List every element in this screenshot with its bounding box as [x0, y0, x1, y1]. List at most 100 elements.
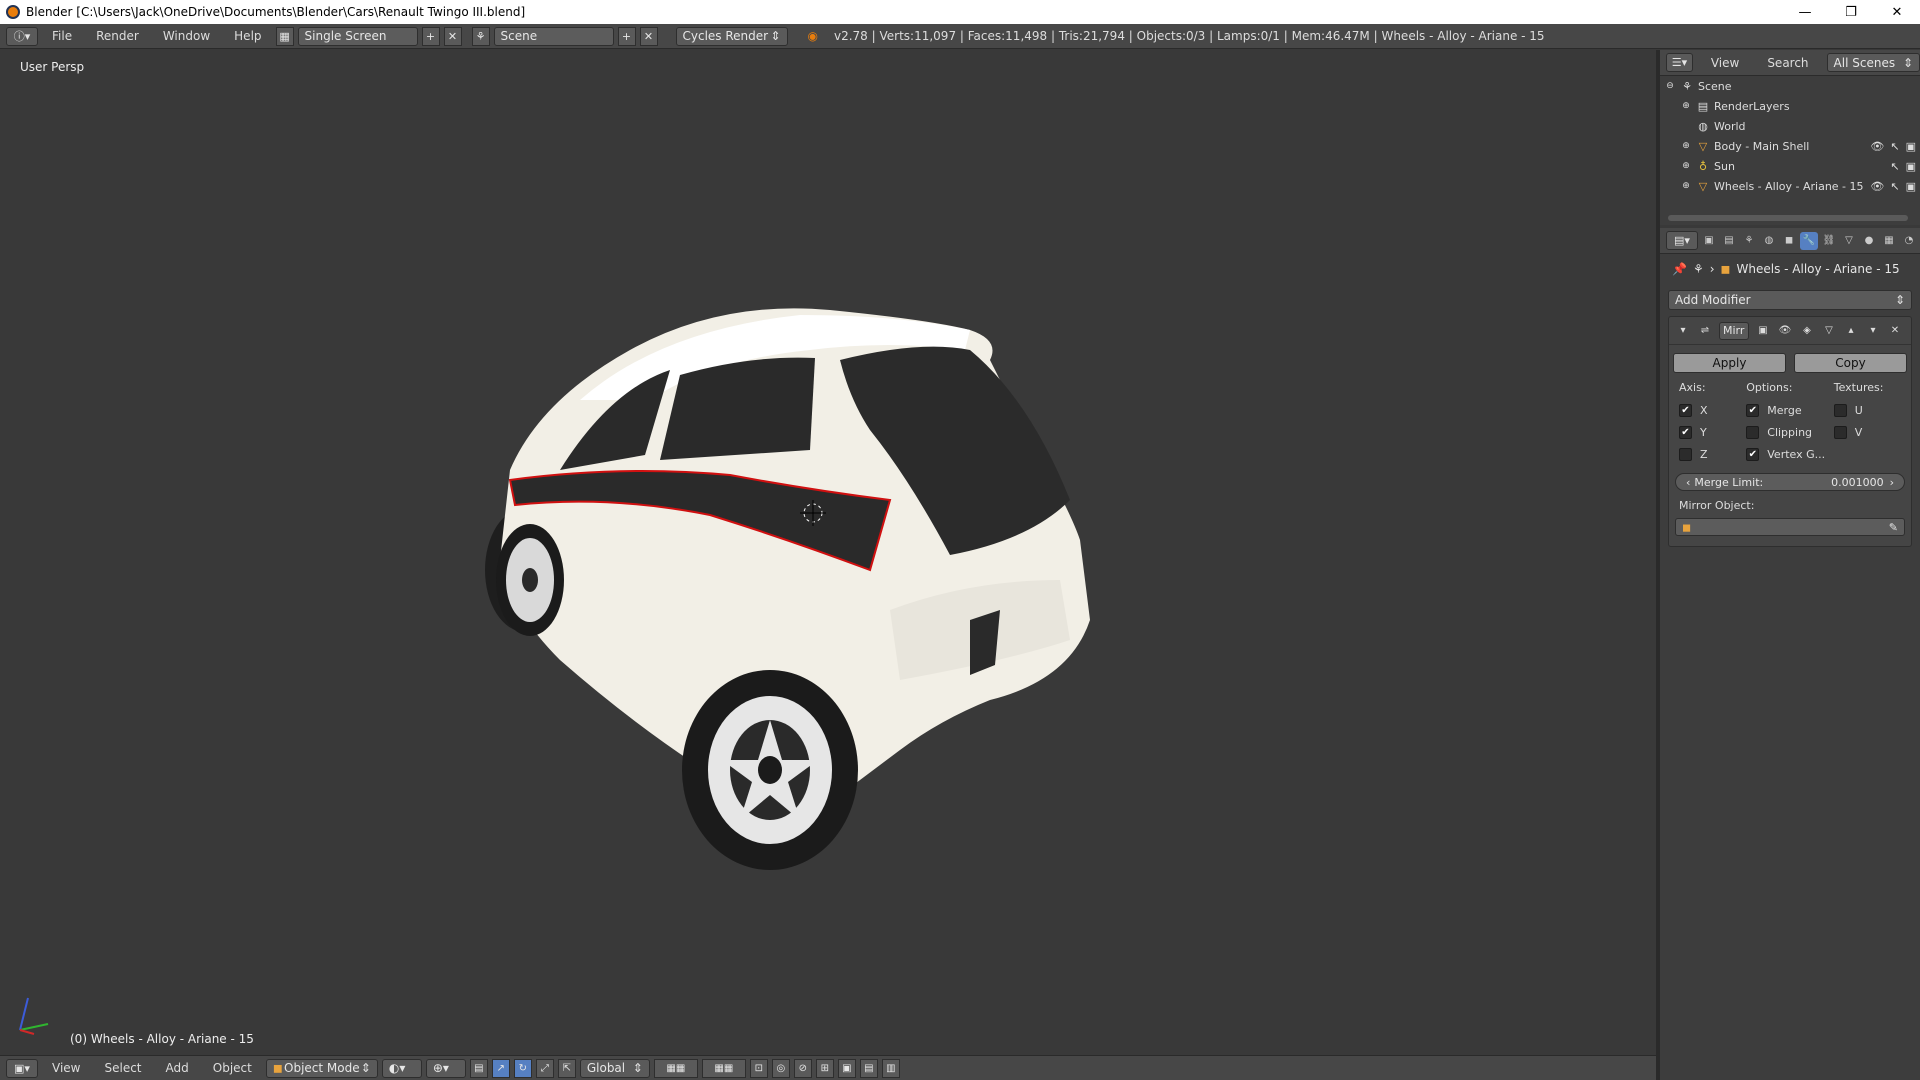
chevron-left-icon[interactable]: ‹ [1686, 476, 1690, 489]
world-tab-icon[interactable]: ◍ [1760, 232, 1778, 250]
mode-dropdown[interactable]: ◼ Object Mode ⇕ [265, 1058, 378, 1078]
remove-modifier-icon[interactable]: ✕ [1887, 323, 1903, 339]
opengl-render-icon[interactable]: ▤ [859, 1058, 878, 1078]
rotate-manipulator-icon[interactable]: ↻ [513, 1058, 532, 1078]
renderlayers-tab-icon[interactable]: ▤ [1720, 232, 1738, 250]
vertex-groups-checkbox[interactable]: ✔ Vertex G... [1746, 443, 1833, 465]
cursor-icon[interactable]: ↖ [1890, 180, 1899, 193]
outliner-item-renderlayers[interactable]: ⊕ ▤ RenderLayers [1660, 96, 1920, 116]
axis-x-checkbox[interactable]: ✔ X [1679, 399, 1746, 421]
expand-icon[interactable]: ⊕ [1680, 161, 1692, 171]
eye-icon[interactable]: 👁 [1870, 140, 1884, 153]
snap-toggle-icon[interactable]: ⊘ [793, 1058, 812, 1078]
eye-icon[interactable]: 👁 [1870, 180, 1884, 193]
manipulator-toggle-icon[interactable]: ▤ [469, 1058, 488, 1078]
screen-layout-field[interactable]: Single Screen [297, 26, 418, 46]
close-button[interactable]: ✕ [1874, 0, 1920, 24]
material-tab-icon[interactable]: ● [1860, 232, 1878, 250]
add-modifier-dropdown[interactable]: Add Modifier ⇕ [1668, 290, 1912, 310]
move-down-icon[interactable]: ▾ [1865, 323, 1881, 339]
merge-limit-field[interactable]: ‹ Merge Limit: 0.001000 › [1675, 473, 1905, 491]
view-menu[interactable]: View [42, 1061, 90, 1075]
remove-layout-button[interactable]: ✕ [443, 26, 462, 46]
orientation-dropdown[interactable]: Global ⇕ [579, 1058, 650, 1078]
modifier-name-field[interactable]: Mirr [1719, 321, 1749, 340]
opengl-animation-icon[interactable]: ▥ [881, 1058, 900, 1078]
expand-icon[interactable]: ⊕ [1680, 101, 1692, 111]
chevron-right-icon[interactable]: › [1890, 476, 1894, 489]
outliner-menu-view[interactable]: View [1701, 56, 1749, 70]
screen-layout-icon[interactable]: ▦ [275, 26, 294, 46]
collapse-icon[interactable]: ⊖ [1664, 81, 1676, 91]
outliner-scrollbar[interactable] [1668, 215, 1908, 221]
collapse-arrow-icon[interactable]: ▾ [1675, 323, 1691, 339]
car-model-render[interactable] [470, 280, 1290, 900]
snap-element-icon[interactable]: ⊞ [815, 1058, 834, 1078]
copy-button[interactable]: Copy [1794, 353, 1907, 373]
axis-z-checkbox[interactable]: Z [1679, 443, 1746, 465]
expand-icon[interactable]: ⊕ [1680, 181, 1692, 191]
scene-field[interactable]: Scene [493, 26, 614, 46]
layers-grid-1[interactable]: ▦▦ [653, 1058, 698, 1078]
properties-editor-type-button[interactable]: ▤▾ [1666, 231, 1698, 250]
3dview-editor-type-button[interactable]: ▣▾ [6, 1058, 38, 1078]
texture-v-checkbox[interactable]: V [1833, 421, 1901, 443]
viewport-toggle-icon[interactable]: 👁 [1777, 323, 1793, 339]
outliner-editor-type-button[interactable]: ☰▾ [1666, 53, 1693, 72]
outliner-display-dropdown[interactable]: All Scenes ⇕ [1826, 53, 1920, 72]
menu-help[interactable]: Help [224, 29, 271, 43]
texture-tab-icon[interactable]: ▦ [1880, 232, 1898, 250]
shading-dropdown[interactable]: ◐▾ [381, 1058, 422, 1078]
outliner-menu-search[interactable]: Search [1757, 56, 1818, 70]
camera-icon[interactable]: ▣ [1906, 180, 1916, 193]
data-tab-icon[interactable]: ▽ [1840, 232, 1858, 250]
texture-u-checkbox[interactable]: U [1833, 399, 1901, 421]
physics-tab-icon[interactable]: ◔ [1900, 232, 1918, 250]
menu-window[interactable]: Window [153, 29, 220, 43]
select-menu[interactable]: Select [94, 1061, 151, 1075]
render-engine-dropdown[interactable]: Cycles Render ⇕ [675, 26, 788, 46]
menu-render[interactable]: Render [86, 29, 149, 43]
add-layout-button[interactable]: + [421, 26, 440, 46]
pin-icon[interactable]: 📌 [1672, 262, 1687, 276]
axis-y-checkbox[interactable]: ✔ Y [1679, 421, 1746, 443]
proportional-edit-icon[interactable]: ◎ [771, 1058, 790, 1078]
render-tab-icon[interactable]: ▣ [1700, 232, 1718, 250]
lock-icon[interactable]: ⊡ [749, 1058, 768, 1078]
scene-icon[interactable]: ⚘ [471, 26, 490, 46]
outliner-item-scene[interactable]: ⊖ ⚘ Scene [1660, 76, 1920, 96]
apply-button[interactable]: Apply [1673, 353, 1786, 373]
3d-cursor-icon[interactable] [800, 500, 826, 526]
add-scene-button[interactable]: + [617, 26, 636, 46]
cursor-icon[interactable]: ↖ [1890, 160, 1899, 173]
editmode-toggle-icon[interactable]: ◈ [1799, 323, 1815, 339]
expand-icon[interactable]: ⊕ [1680, 141, 1692, 151]
move-up-icon[interactable]: ▴ [1843, 323, 1859, 339]
transform-icon[interactable]: ⇱ [557, 1058, 576, 1078]
render-preview-icon[interactable]: ▣ [837, 1058, 856, 1078]
scale-manipulator-icon[interactable]: ⤢ [535, 1058, 554, 1078]
minimize-button[interactable]: — [1782, 0, 1828, 24]
restore-button[interactable]: ❐ [1828, 0, 1874, 24]
outliner-item-wheels[interactable]: ⊕ ▽ Wheels - Alloy - Ariane - 15 👁 ↖ ▣ [1660, 176, 1920, 196]
add-menu[interactable]: Add [156, 1061, 199, 1075]
clipping-checkbox[interactable]: Clipping [1746, 421, 1833, 443]
outliner-item-sun[interactable]: ⊕ ♁ Sun ↖ ▣ [1660, 156, 1920, 176]
info-editor-type-button[interactable]: ⓘ▾ [6, 26, 38, 46]
merge-checkbox[interactable]: ✔ Merge [1746, 399, 1833, 421]
layers-grid-2[interactable]: ▦▦ [701, 1058, 746, 1078]
mirror-object-field[interactable]: ◼ ✎ [1675, 518, 1905, 536]
render-toggle-icon[interactable]: ▣ [1755, 323, 1771, 339]
camera-icon[interactable]: ▣ [1906, 160, 1916, 173]
camera-icon[interactable]: ▣ [1906, 140, 1916, 153]
menu-file[interactable]: File [42, 29, 82, 43]
pivot-dropdown[interactable]: ⊕▾ [425, 1058, 466, 1078]
object-menu[interactable]: Object [203, 1061, 262, 1075]
3d-viewport[interactable]: User Persp (0) Wheels - Alloy - Ariane -… [0, 50, 1656, 1052]
cursor-icon[interactable]: ↖ [1890, 140, 1899, 153]
translate-manipulator-icon[interactable]: ↗ [491, 1058, 510, 1078]
cage-toggle-icon[interactable]: ▽ [1821, 323, 1837, 339]
eyedropper-icon[interactable]: ✎ [1889, 521, 1898, 534]
scene-tab-icon[interactable]: ⚘ [1740, 232, 1758, 250]
constraint-tab-icon[interactable]: ⛓ [1820, 232, 1838, 250]
